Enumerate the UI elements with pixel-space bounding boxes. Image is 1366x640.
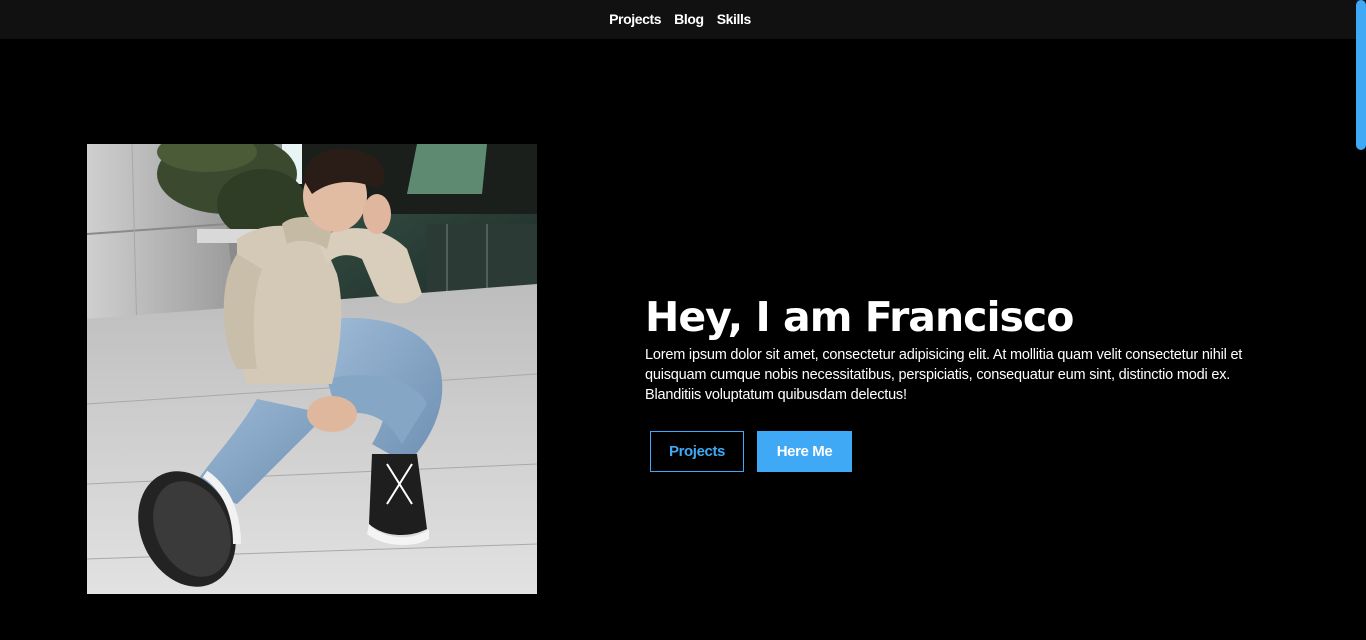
hero-title: Hey, I am Francisco [645, 293, 1074, 341]
hero-buttons: Projects Here Me [650, 431, 852, 472]
scrollbar[interactable] [1356, 0, 1366, 150]
nav-link-blog[interactable]: Blog [674, 11, 704, 27]
profile-photo [87, 144, 537, 594]
hero-section: Hey, I am Francisco Lorem ipsum dolor si… [645, 292, 1285, 405]
projects-button[interactable]: Projects [650, 431, 744, 472]
nav-link-projects[interactable]: Projects [609, 11, 661, 27]
hire-me-button[interactable]: Here Me [757, 431, 852, 472]
hero-description: Lorem ipsum dolor sit amet, consectetur … [645, 347, 1243, 403]
nav-link-skills[interactable]: Skills [717, 11, 752, 27]
top-navbar: Projects Blog Skills [0, 0, 1366, 39]
main-nav: Projects Blog Skills [609, 11, 751, 27]
